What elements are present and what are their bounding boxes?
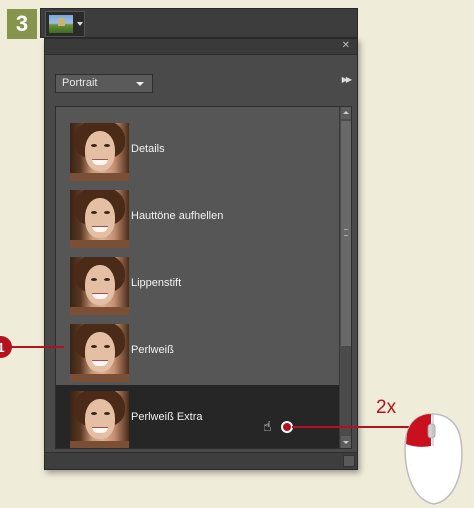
grip-icon	[344, 229, 348, 236]
list-item-details[interactable]: Details	[56, 117, 340, 184]
scrollbar-thumb[interactable]	[341, 121, 351, 346]
portrait-thumbnail	[70, 257, 129, 315]
effects-panel: ✕ Portrait ▶▶ Details Hauttöne aufhellen	[44, 38, 358, 470]
scroll-up-arrow-icon[interactable]	[341, 107, 351, 119]
effects-panel-tab[interactable]	[45, 11, 85, 37]
panel-menu-icon[interactable]: ▶▶	[342, 75, 352, 84]
scroll-down-arrow-icon[interactable]	[341, 436, 351, 448]
list-item-perlweiss[interactable]: Perlweiß	[56, 318, 340, 385]
list-item-perlweiss-extra[interactable]: Perlweiß Extra	[56, 385, 340, 448]
list-scrollbar[interactable]	[339, 107, 351, 448]
close-icon[interactable]: ✕	[342, 40, 350, 51]
portrait-thumbnail	[70, 391, 129, 448]
panel-tab-bar	[40, 8, 358, 38]
chevron-down-icon	[77, 22, 83, 26]
callout-line	[12, 346, 64, 348]
list-item-label: Perlweiß	[131, 344, 174, 356]
list-item-label: Hauttöne aufhellen	[131, 210, 224, 222]
category-dropdown[interactable]: Portrait	[55, 74, 153, 93]
list-item-label: Lippenstift	[131, 277, 182, 289]
panel-footer	[45, 452, 357, 469]
list-item-label: Perlweiß Extra	[131, 411, 203, 423]
panel-title-bar: ✕	[45, 39, 357, 55]
category-dropdown-value: Portrait	[62, 77, 98, 89]
portrait-thumbnail	[70, 190, 129, 248]
click-marker-line	[292, 426, 409, 428]
portrait-thumbnail	[70, 324, 129, 382]
portrait-thumbnail	[70, 123, 129, 181]
list-item-label: Details	[131, 143, 165, 155]
landscape-thumbnail-icon	[49, 15, 73, 33]
step-number-badge: 3	[7, 9, 37, 39]
resize-handle-icon[interactable]	[343, 455, 355, 467]
list-item-hauttoene[interactable]: Hauttöne aufhellen	[56, 184, 340, 251]
mouse-icon	[404, 413, 463, 505]
list-item-lippenstift[interactable]: Lippenstift	[56, 251, 340, 318]
callout-number-badge: 1	[0, 336, 12, 358]
double-click-label: 2x	[376, 397, 397, 418]
chevron-down-icon	[136, 82, 144, 86]
hand-cursor-icon: ☝	[263, 419, 272, 435]
effects-list: Details Hauttöne aufhellen Lippenstift P…	[55, 106, 352, 449]
